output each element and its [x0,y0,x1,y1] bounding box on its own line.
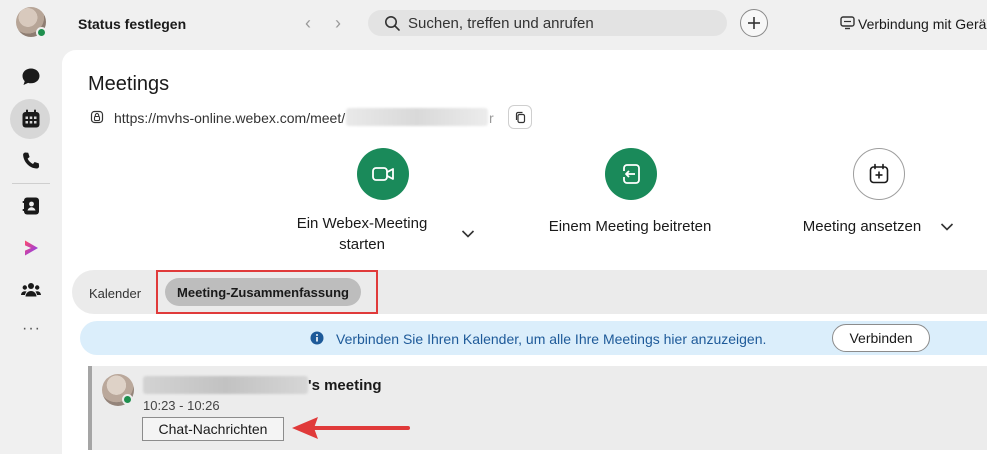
chat-bubble-icon [22,68,40,85]
page-title: Meetings [88,73,170,95]
search-placeholder: Suchen, treffen und anrufen [408,15,594,32]
start-meeting-label: Ein Webex-Meeting starten [296,215,428,253]
red-arrow-annotation [292,417,410,439]
set-status-button[interactable]: Status festlegen [78,16,186,32]
meeting-time: 10:23 - 10:26 [143,398,220,413]
sidebar-item-calling[interactable] [18,148,44,174]
video-camera-icon [372,167,394,181]
sidebar-divider [12,183,50,184]
connect-device-button[interactable]: Verbindung mit Gerä [858,16,986,32]
highlight-annotation-box [156,270,378,314]
sidebar-item-contacts[interactable] [18,193,44,219]
tab-kalender[interactable]: Kalender [89,286,141,301]
copy-link-button[interactable] [508,105,532,129]
meeting-room-url[interactable]: https://mvhs-online.webex.com/meet/ [114,110,345,126]
join-meeting-label: Einem Meeting beitreten [548,218,712,235]
calendar-icon [22,109,40,128]
contacts-icon [22,197,39,215]
meeting-title: 's meeting [308,377,382,394]
banner-message: Verbinden Sie Ihren Kalender, um alle Ih… [336,331,767,347]
schedule-meeting-label: Meeting ansetzen [802,218,922,235]
host-presence-indicator [122,394,133,405]
sidebar-item-meetings[interactable] [18,106,44,132]
meeting-room-url-suffix: r [489,110,494,126]
calendar-add-icon [869,163,889,184]
sidebar-item-teams[interactable] [18,277,44,303]
vidcast-icon [25,240,38,256]
redacted-username [346,108,488,126]
back-arrow-icon[interactable]: ‹ [300,13,316,34]
copy-icon [515,111,525,123]
schedule-meeting-button[interactable] [853,148,905,200]
lock-icon [90,110,104,124]
sidebar-item-messaging[interactable] [18,64,44,90]
redacted-host-name [143,376,308,394]
chat-messages-button[interactable]: Chat-Nachrichten [142,417,284,441]
device-connection-icon [840,16,855,30]
search-icon [385,16,400,31]
connect-calendar-button[interactable]: Verbinden [832,324,930,352]
forward-arrow-icon[interactable]: › [330,13,346,34]
sidebar-more-button[interactable]: ··· [22,320,41,338]
start-meeting-button[interactable] [357,148,409,200]
plus-icon [748,17,760,29]
add-button[interactable] [740,9,768,37]
phone-icon [23,152,40,169]
sidebar-item-vidcast[interactable] [18,235,44,261]
join-meeting-icon [623,164,640,184]
teams-icon [21,283,41,297]
join-meeting-button[interactable] [605,148,657,200]
chevron-down-icon[interactable] [940,222,954,232]
chevron-down-icon[interactable] [461,229,475,239]
info-icon [310,331,324,345]
presence-indicator [36,27,47,38]
